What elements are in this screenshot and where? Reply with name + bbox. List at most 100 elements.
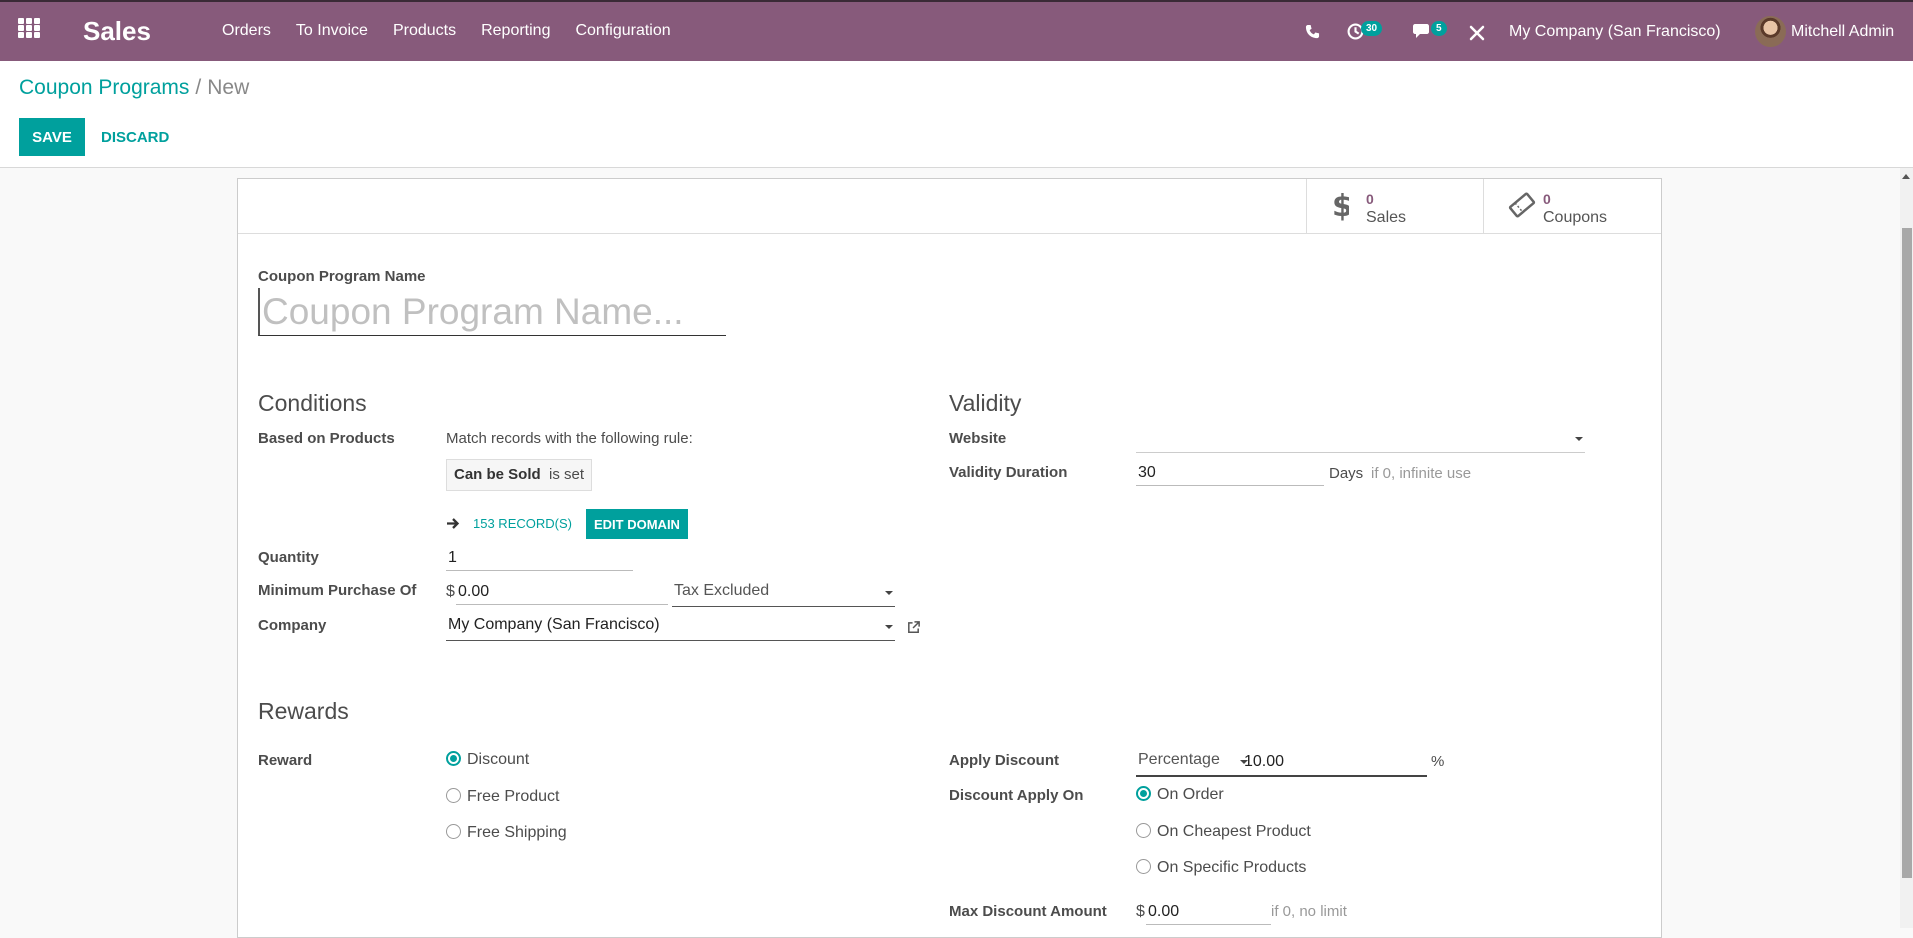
coupons-count: 0	[1543, 191, 1551, 207]
phone-icon[interactable]	[1305, 24, 1320, 39]
activity-badge: 30	[1361, 21, 1383, 36]
minimum-purchase-label: Minimum Purchase Of	[258, 582, 417, 599]
top-navbar: Sales Orders To Invoice Products Reporti…	[0, 0, 1913, 61]
duration-hint: if 0, infinite use	[1371, 465, 1472, 482]
reward-option-free-product[interactable]: Free Product	[446, 788, 559, 806]
validity-title: Validity	[949, 390, 1022, 416]
quantity-label: Quantity	[258, 549, 319, 566]
currency-symbol: $	[446, 583, 455, 600]
tools-icon[interactable]	[1469, 25, 1485, 41]
max-discount-label: Max Discount Amount	[949, 903, 1107, 920]
records-count-link[interactable]: 153 RECORD(S)	[473, 516, 572, 531]
user-avatar[interactable]	[1755, 16, 1786, 47]
company-select[interactable]: My Company (San Francisco)	[446, 613, 895, 641]
main-menu: Orders To Invoice Products Reporting Con…	[222, 22, 696, 40]
minimum-purchase-input[interactable]	[456, 579, 668, 605]
sales-label: Sales	[1366, 209, 1407, 226]
conditions-title: Conditions	[258, 390, 367, 416]
radio-label: On Specific Products	[1157, 859, 1307, 876]
program-name-input[interactable]	[258, 288, 726, 336]
rewards-title: Rewards	[258, 698, 349, 724]
apply-on-option-cheapest[interactable]: On Cheapest Product	[1136, 823, 1311, 841]
based-on-products-label: Based on Products	[258, 430, 395, 447]
edit-domain-button[interactable]: EDIT DOMAIN	[586, 509, 688, 539]
program-name-label: Coupon Program Name	[258, 268, 426, 285]
domain-rule-text: Match records with the following rule:	[446, 430, 693, 447]
chevron-down-icon	[885, 591, 893, 595]
sales-count: 0	[1366, 191, 1374, 207]
domain-operator: is set	[549, 466, 585, 483]
website-label: Website	[949, 430, 1007, 447]
chevron-down-icon	[1575, 437, 1583, 441]
scrollbar-thumb[interactable]	[1902, 228, 1912, 878]
max-discount-hint: if 0, no limit	[1271, 903, 1347, 920]
control-panel: Coupon Programs / New SAVE DISCARD	[0, 61, 1913, 168]
menu-item-products[interactable]: Products	[393, 22, 456, 40]
radio-label: Free Product	[467, 788, 560, 805]
radio-label: On Cheapest Product	[1157, 823, 1311, 840]
domain-condition-chip: Can be Sold is set	[446, 459, 593, 491]
menu-item-orders[interactable]: Orders	[222, 22, 271, 40]
apply-discount-label: Apply Discount	[949, 752, 1060, 769]
scroll-up-arrow-icon[interactable]	[1902, 174, 1910, 179]
menu-item-configuration[interactable]: Configuration	[575, 22, 670, 40]
form-sheet: $ 0 Sales 0 Coupons Coupon Program Name …	[237, 178, 1662, 938]
reward-option-free-shipping[interactable]: Free Shipping	[446, 824, 567, 842]
breadcrumb-separator: /	[195, 76, 202, 99]
discard-button[interactable]: DISCARD	[95, 118, 175, 156]
validity-duration-label: Validity Duration	[949, 464, 1068, 481]
discount-unit: %	[1431, 753, 1445, 770]
dollar-icon: $	[1332, 191, 1349, 221]
radio-button[interactable]	[446, 788, 461, 803]
ticket-icon	[1508, 192, 1536, 218]
reward-option-discount[interactable]: Discount	[446, 751, 529, 769]
svg-text:$: $	[1332, 191, 1349, 221]
discount-type-value: Percentage	[1138, 751, 1220, 768]
apply-on-option-order[interactable]: On Order	[1136, 786, 1224, 804]
breadcrumb-current: New	[207, 76, 250, 99]
radio-button[interactable]	[446, 751, 461, 766]
menu-item-reporting[interactable]: Reporting	[481, 22, 550, 40]
website-select[interactable]	[1136, 425, 1585, 453]
validity-duration-input[interactable]	[1136, 460, 1324, 486]
reward-label: Reward	[258, 752, 313, 769]
chevron-down-icon	[885, 625, 893, 629]
discount-apply-on-label: Discount Apply On	[949, 787, 1084, 804]
external-link-icon[interactable]	[906, 620, 921, 635]
messages-badge: 5	[1431, 21, 1447, 36]
max-discount-input[interactable]	[1146, 899, 1271, 925]
radio-button[interactable]	[1136, 823, 1151, 838]
radio-button[interactable]	[446, 824, 461, 839]
company-switcher[interactable]: My Company (San Francisco)	[1509, 23, 1721, 41]
discount-value-input[interactable]	[1242, 749, 1426, 775]
user-menu[interactable]: Mitchell Admin	[1791, 23, 1894, 41]
discount-underline	[1136, 775, 1427, 777]
messages-icon[interactable]	[1413, 23, 1433, 40]
save-button[interactable]: SAVE	[19, 118, 85, 156]
discount-type-select[interactable]: Percentage	[1136, 748, 1248, 776]
breadcrumb-coupon-programs[interactable]: Coupon Programs	[19, 76, 189, 99]
apps-menu-icon[interactable]	[18, 18, 44, 44]
domain-field: Can be Sold	[454, 466, 541, 483]
apply-on-option-specific[interactable]: On Specific Products	[1136, 859, 1306, 877]
radio-label: Free Shipping	[467, 824, 567, 841]
breadcrumb: Coupon Programs / New	[19, 76, 249, 100]
radio-label: Discount	[467, 751, 530, 768]
radio-button[interactable]	[1136, 786, 1151, 801]
tax-mode-select[interactable]: Tax Excluded	[672, 579, 895, 607]
company-label: Company	[258, 617, 327, 634]
tax-mode-value: Tax Excluded	[674, 582, 770, 599]
radio-label: On Order	[1157, 786, 1224, 803]
radio-button[interactable]	[1136, 859, 1151, 874]
arrow-right-icon	[447, 518, 460, 529]
company-value: My Company (San Francisco)	[448, 616, 660, 633]
smart-button-box: $ 0 Sales 0 Coupons	[238, 179, 1661, 234]
duration-unit: Days	[1329, 465, 1364, 482]
menu-item-to-invoice[interactable]: To Invoice	[296, 22, 368, 40]
coupons-label: Coupons	[1543, 209, 1608, 226]
sales-stat-button[interactable]: $ 0 Sales	[1306, 179, 1484, 234]
max-discount-currency: $	[1136, 903, 1145, 920]
app-name[interactable]: Sales	[83, 16, 151, 47]
coupons-stat-button[interactable]: 0 Coupons	[1483, 179, 1661, 234]
quantity-input[interactable]	[446, 545, 633, 571]
